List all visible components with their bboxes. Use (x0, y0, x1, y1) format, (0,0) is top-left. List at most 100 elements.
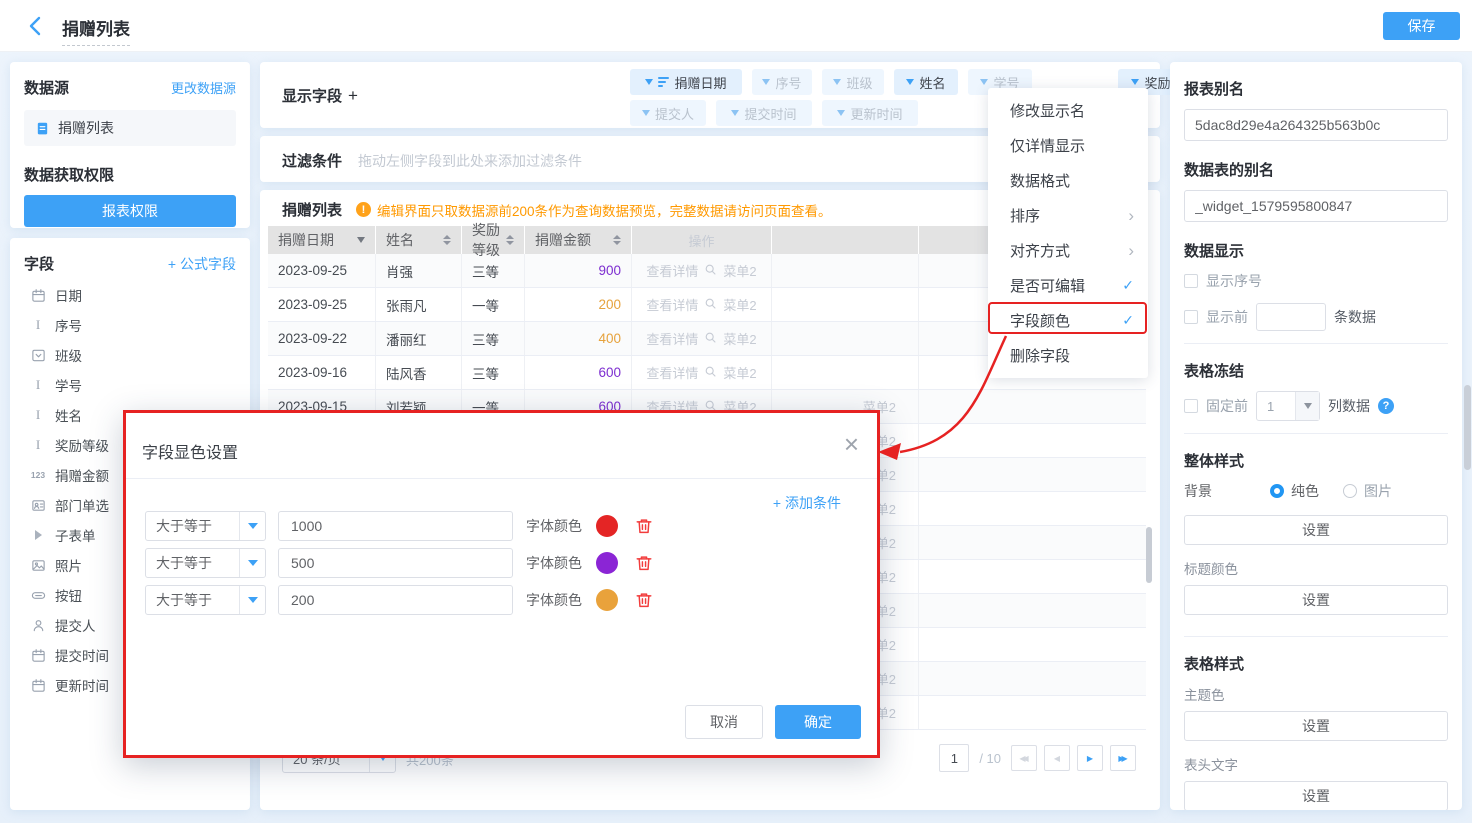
chip-submit-time[interactable]: 提交时间 (716, 100, 812, 126)
operator-select[interactable]: 大于等于 (145, 511, 266, 541)
modal-title: 字段显色设置 (142, 439, 238, 463)
column-header-grade[interactable]: 奖励等级 (462, 226, 525, 254)
view-detail-link[interactable]: 查看详情 (646, 363, 698, 382)
back-icon[interactable] (26, 15, 46, 37)
field-item-serial[interactable]: I 序号 (24, 310, 236, 340)
background-set-button[interactable]: 设置 (1184, 515, 1448, 545)
header-text-set-button[interactable]: 设置 (1184, 781, 1448, 810)
chip-class[interactable]: 班级 (822, 69, 884, 95)
menu2-link[interactable]: 菜单2 (723, 261, 756, 280)
operator-select[interactable]: 大于等于 (145, 585, 266, 615)
show-first-checkbox[interactable] (1184, 310, 1198, 324)
close-icon[interactable]: × (844, 431, 859, 457)
fix-columns-select[interactable]: 1 (1256, 391, 1320, 421)
subform-expand-icon (30, 527, 46, 543)
datasource-item[interactable]: 捐赠列表 (24, 110, 236, 146)
table-alias-input[interactable] (1184, 190, 1448, 222)
view-detail-link[interactable]: 查看详情 (646, 295, 698, 314)
condition-value-input[interactable] (278, 511, 513, 541)
cancel-button[interactable]: 取消 (685, 705, 763, 739)
column-header-name[interactable]: 姓名 (376, 226, 462, 254)
view-detail-link[interactable]: 查看详情 (646, 261, 698, 280)
table-scrollbar[interactable] (1146, 420, 1152, 720)
menu-item-data-format[interactable]: 数据格式 (988, 163, 1148, 198)
formula-field-link[interactable]: + 公式字段 (168, 254, 236, 274)
condition-value-input[interactable] (278, 585, 513, 615)
change-datasource-link[interactable]: 更改数据源 (171, 78, 236, 97)
menu-item-rename[interactable]: 修改显示名 (988, 93, 1148, 128)
trash-icon[interactable] (635, 554, 653, 572)
color-swatch[interactable] (596, 515, 618, 537)
sort-down-icon[interactable] (357, 237, 365, 243)
title-color-set-button[interactable]: 设置 (1184, 585, 1448, 615)
sort-icon[interactable] (613, 235, 621, 245)
menu-item-editable[interactable]: 是否可编辑✓ (988, 268, 1148, 303)
magnifier-icon[interactable] (704, 297, 717, 313)
menu-item-delete-field[interactable]: 删除字段 (988, 338, 1148, 373)
filter-dropzone[interactable]: 拖动左侧字段到此处来添加过滤条件 (358, 151, 582, 171)
menu2-link[interactable]: 菜单2 (723, 329, 756, 348)
operator-select[interactable]: 大于等于 (145, 548, 266, 578)
confirm-button[interactable]: 确定 (775, 705, 861, 739)
field-item-student-id[interactable]: I 学号 (24, 370, 236, 400)
magnifier-icon[interactable] (704, 263, 717, 279)
sort-icon[interactable] (443, 235, 451, 245)
document-icon (34, 120, 50, 136)
show-first-count-input[interactable] (1256, 303, 1326, 331)
save-button[interactable]: 保存 (1383, 12, 1460, 40)
color-swatch[interactable] (596, 589, 618, 611)
report-alias-input[interactable] (1184, 109, 1448, 141)
theme-color-set-button[interactable]: 设置 (1184, 711, 1448, 741)
department-icon (30, 497, 46, 513)
show-first-label: 显示前 (1206, 307, 1248, 327)
warning-icon: ! (356, 202, 371, 217)
menu2-link[interactable]: 菜单2 (723, 295, 756, 314)
menu-item-detail-only[interactable]: 仅详情显示 (988, 128, 1148, 163)
chevron-down-icon (833, 79, 841, 85)
menu-item-align[interactable]: 对齐方式› (988, 233, 1148, 268)
help-icon[interactable]: ? (1378, 398, 1394, 414)
trash-icon[interactable] (635, 517, 653, 535)
show-index-checkbox[interactable] (1184, 274, 1198, 288)
number-icon: 123 (30, 467, 46, 483)
chevron-down-icon (762, 79, 770, 85)
color-swatch[interactable] (596, 552, 618, 574)
next-page-button[interactable]: ▶ (1077, 745, 1103, 771)
menu-item-field-color[interactable]: 字段颜色✓ (988, 303, 1148, 338)
chip-submitter[interactable]: 提交人 (630, 100, 706, 126)
column-header-date[interactable]: 捐赠日期 (268, 226, 376, 254)
window-scrollbar[interactable] (1464, 385, 1471, 470)
page-title[interactable]: 捐赠列表 (62, 15, 130, 46)
solid-radio[interactable] (1270, 484, 1284, 498)
chip-update-time[interactable]: 更新时间 (822, 100, 918, 126)
chip-serial[interactable]: 序号 (752, 69, 812, 95)
magnifier-icon[interactable] (704, 365, 717, 381)
field-item-date[interactable]: 日期 (24, 280, 236, 310)
field-item-class[interactable]: 班级 (24, 340, 236, 370)
magnifier-icon[interactable] (704, 331, 717, 347)
menu-item-sort[interactable]: 排序› (988, 198, 1148, 233)
overall-style-label: 整体样式 (1184, 450, 1448, 471)
page-number-input[interactable] (939, 744, 969, 772)
add-display-field-icon[interactable]: + (348, 86, 358, 105)
select-icon (30, 347, 46, 363)
chip-donation-date[interactable]: 捐赠日期 (630, 69, 742, 95)
image-radio[interactable] (1343, 484, 1357, 498)
prev-page-button[interactable]: ◀ (1044, 745, 1070, 771)
chevron-down-icon (1295, 392, 1319, 420)
scrollbar-thumb[interactable] (1146, 527, 1152, 583)
sort-icon[interactable] (506, 235, 514, 245)
chip-name[interactable]: 姓名 (894, 69, 958, 95)
display-fields-label: 显示字段+ (282, 85, 358, 106)
trash-icon[interactable] (635, 591, 653, 609)
chevron-right-icon: › (1128, 207, 1134, 224)
menu2-link[interactable]: 菜单2 (723, 363, 756, 382)
fix-first-checkbox[interactable] (1184, 399, 1198, 413)
report-permission-button[interactable]: 报表权限 (24, 195, 236, 227)
view-detail-link[interactable]: 查看详情 (646, 329, 698, 348)
first-page-button[interactable]: ◀◀ (1011, 745, 1037, 771)
column-header-amount[interactable]: 捐赠金额 (525, 226, 632, 254)
condition-value-input[interactable] (278, 548, 513, 578)
last-page-button[interactable]: ▶▶ (1110, 745, 1136, 771)
add-condition-link[interactable]: + 添加条件 (773, 493, 841, 513)
